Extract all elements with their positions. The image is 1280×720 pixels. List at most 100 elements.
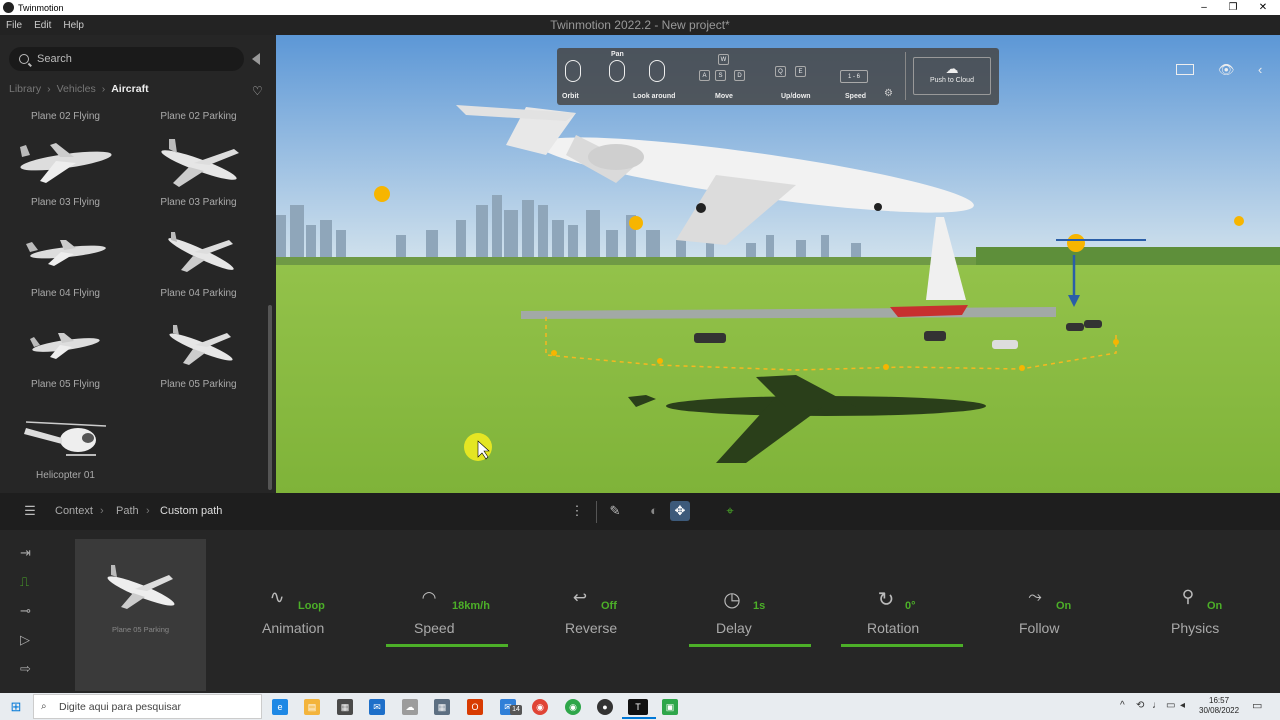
prop-follow-value: On: [1056, 600, 1072, 612]
prop-delay-value: 1s: [753, 600, 766, 612]
chevron-right-icon: ›: [101, 83, 106, 95]
nav-pan-label: Pan: [611, 51, 624, 58]
library-item-label: Plane 05 Parking: [160, 379, 237, 390]
key-d: D: [734, 70, 745, 81]
animation-curve-icon: ∿: [269, 587, 285, 607]
breadcrumb-library[interactable]: Library: [9, 83, 41, 95]
prop-speed-label: Speed: [414, 620, 455, 636]
search-icon: [19, 54, 29, 64]
favorite-heart-icon[interactable]: ♡: [252, 84, 263, 98]
network-icon[interactable]: ▭: [1166, 700, 1175, 711]
reverse-arrow-icon: ↩: [572, 588, 588, 607]
breadcrumb-path[interactable]: Path: [116, 505, 139, 517]
tray-sync-icon[interactable]: ⟲: [1136, 700, 1144, 711]
plane-thumbnail-icon: [168, 325, 233, 365]
mouse-left-icon: [565, 60, 581, 82]
enter-icon[interactable]: ⇥: [20, 545, 42, 561]
twinmotion-logo-icon: [3, 2, 14, 13]
library-search-input[interactable]: Search: [9, 47, 244, 71]
library-item-plane03-parking[interactable]: Plane 03 Parking: [136, 135, 261, 208]
tray-chevron-up-icon[interactable]: ^: [1120, 700, 1125, 711]
microphone-icon[interactable]: ♩: [1152, 700, 1162, 711]
library-panel: Search Library › Vehicles › Aircraft ♡ P…: [0, 35, 276, 493]
clock-date: 30/08/2022: [1199, 706, 1240, 715]
nav-orbit-label: Orbit: [562, 93, 579, 100]
gear-icon[interactable]: ⚙: [884, 88, 893, 99]
key-w: W: [718, 54, 729, 65]
move-tool-icon[interactable]: ✥: [670, 501, 690, 521]
notification-badge: 14: [510, 705, 522, 715]
animation-wave-icon[interactable]: ⎍: [20, 574, 42, 590]
path-slider-icon[interactable]: ⊸: [20, 603, 42, 619]
library-item-label: Plane 04 Flying: [31, 288, 100, 299]
library-scrollbar[interactable]: [268, 305, 272, 490]
prop-animation-value: Loop: [298, 600, 325, 612]
push-to-cloud-button[interactable]: ☁ Push to Cloud: [913, 57, 991, 95]
obs-icon[interactable]: ●: [597, 699, 613, 715]
library-item-label: Plane 04 Parking: [160, 288, 237, 299]
volume-icon[interactable]: ◂: [1180, 700, 1185, 711]
taskbar-search-input[interactable]: Digite aqui para pesquisar: [33, 694, 262, 719]
physics-walker-icon: ⚲: [1181, 587, 1195, 606]
key-a: A: [699, 70, 710, 81]
library-item-plane04-flying[interactable]: Plane 04 Flying: [3, 226, 128, 299]
file-explorer-icon[interactable]: ▤: [304, 699, 320, 715]
breadcrumb-vehicles[interactable]: Vehicles: [57, 83, 96, 95]
twinmotion-taskbar-icon[interactable]: T: [628, 699, 648, 715]
restore-button[interactable]: ❐: [1218, 0, 1248, 15]
eye-icon[interactable]: 👁: [1218, 62, 1235, 78]
chevron-left-icon[interactable]: ‹: [1258, 62, 1262, 77]
library-item-helicopter01[interactable]: Helicopter 01: [3, 408, 128, 481]
prop-reverse-label: Reverse: [565, 620, 618, 636]
close-button[interactable]: ✕: [1248, 0, 1278, 15]
add-path-point-icon[interactable]: ⌖: [720, 501, 740, 521]
camtasia-icon[interactable]: ▣: [662, 699, 678, 715]
undo-circle-icon[interactable]: ◐: [644, 501, 664, 521]
grid-dots-icon[interactable]: ⋮: [567, 501, 587, 521]
library-item-plane02-parking[interactable]: Plane 02 Parking: [136, 111, 261, 122]
library-item-plane05-parking[interactable]: Plane 05 Parking: [136, 317, 261, 390]
breadcrumb-context[interactable]: Context: [55, 505, 93, 517]
chevron-right-icon: ›: [100, 505, 104, 517]
media-play-icon[interactable]: ▷: [20, 632, 42, 648]
library-item-label: Plane 03 Parking: [160, 197, 237, 208]
3d-viewport[interactable]: Orbit Pan Look around Move W A S D Up/do…: [276, 35, 1280, 493]
calculator-icon[interactable]: ▦: [434, 699, 450, 715]
selected-object-thumbnail[interactable]: Plane 05 Parking: [75, 539, 206, 691]
minimize-button[interactable]: –: [1189, 0, 1219, 15]
properties-panel: ⇥ ⎍ ⊸ ▷ ⇨ Plane 05 Parking ∿ Loop Animat…: [0, 530, 1280, 693]
library-item-label: Helicopter 01: [36, 470, 95, 481]
library-breadcrumb: Library › Vehicles › Aircraft: [9, 83, 149, 95]
library-item-plane05-flying[interactable]: Plane 05 Flying: [3, 317, 128, 390]
taskbar-search-placeholder: Digite aqui para pesquisar: [59, 700, 181, 713]
export-icon[interactable]: ⇨: [20, 661, 42, 677]
prop-speed-value: 18km/h: [452, 600, 490, 612]
edge-icon[interactable]: e: [272, 699, 288, 715]
viewport-layout-icon[interactable]: [1176, 64, 1194, 75]
prop-physics-value: On: [1207, 600, 1223, 612]
mail-icon[interactable]: ✉: [369, 699, 385, 715]
library-item-plane03-flying[interactable]: Plane 03 Flying: [3, 135, 128, 208]
notification-center-icon[interactable]: ▭: [1252, 699, 1262, 712]
plane-thumbnail-icon: [29, 333, 100, 359]
library-item-label: Plane 02 Flying: [31, 111, 100, 122]
library-item-plane02-flying[interactable]: Plane 02 Flying: [3, 111, 128, 122]
store-icon[interactable]: ▦: [337, 699, 353, 715]
taskbar-clock[interactable]: 16:57 30/08/2022: [1199, 696, 1239, 716]
chevron-right-icon: ›: [47, 83, 51, 95]
weather-icon[interactable]: ☁: [402, 699, 418, 715]
office-icon[interactable]: O: [467, 699, 483, 715]
eyedropper-icon[interactable]: ✎: [605, 501, 625, 521]
nav-lookaround-label: Look around: [633, 93, 676, 100]
collapse-panel-icon[interactable]: [252, 53, 260, 65]
prop-rotation-active-bar: [841, 644, 963, 647]
clock-icon: ◷: [723, 589, 741, 611]
windows-taskbar: ⊞ Digite aqui para pesquisar ⌕ e ▤ ▦ ✉ ☁…: [0, 693, 1280, 720]
chrome-alt-icon[interactable]: ◉: [565, 699, 581, 715]
hamburger-menu-icon[interactable]: ☰: [20, 501, 40, 521]
library-item-plane04-parking[interactable]: Plane 04 Parking: [136, 226, 261, 299]
selected-object-caption: Plane 05 Parking: [111, 625, 170, 634]
chrome-icon[interactable]: ◉: [532, 699, 548, 715]
windows-start-icon[interactable]: ⊞: [8, 699, 24, 715]
plane-thumbnail-icon: [167, 232, 234, 272]
